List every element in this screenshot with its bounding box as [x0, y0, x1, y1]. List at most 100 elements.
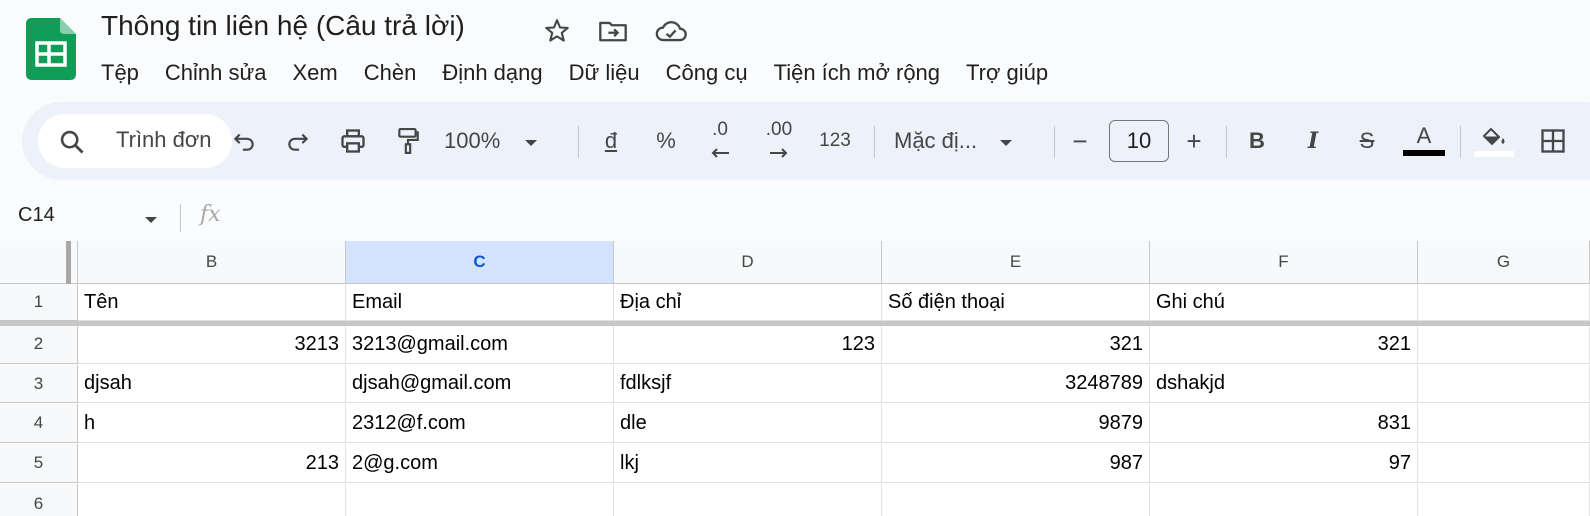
- cell-c3[interactable]: djsah@gmail.com: [346, 365, 614, 403]
- cell-d2[interactable]: 123: [614, 325, 882, 364]
- star-icon[interactable]: [540, 14, 574, 48]
- cell-b5[interactable]: 213: [78, 444, 346, 483]
- increase-font-size-button[interactable]: +: [1178, 102, 1210, 180]
- name-box[interactable]: C14: [18, 204, 55, 227]
- frozen-column-divider[interactable]: [66, 241, 71, 284]
- print-icon[interactable]: [332, 102, 374, 180]
- search-icon: [60, 130, 84, 154]
- sheets-logo-icon[interactable]: [26, 18, 76, 80]
- cell-e4[interactable]: 9879: [882, 404, 1150, 443]
- format-currency-button[interactable]: đ: [594, 102, 628, 180]
- cell-d5[interactable]: lkj: [614, 444, 882, 483]
- cell-e1[interactable]: Số điện thoại: [882, 284, 1150, 321]
- cell-b1[interactable]: Tên: [78, 284, 346, 321]
- formula-bar: C14 fx: [0, 196, 1590, 240]
- cell-g6[interactable]: [1418, 484, 1590, 516]
- cell-f1[interactable]: Ghi chú: [1150, 284, 1418, 321]
- cell-e6[interactable]: [882, 484, 1150, 516]
- column-header-b[interactable]: B: [78, 241, 346, 284]
- cloud-saved-icon[interactable]: [654, 14, 688, 48]
- column-header-g[interactable]: G: [1418, 241, 1590, 284]
- cell-f3[interactable]: dshakjd: [1150, 365, 1418, 403]
- document-title[interactable]: Thông tin liên hệ (Câu trả lời): [101, 10, 465, 42]
- row-header-1[interactable]: 1: [0, 284, 78, 321]
- search-menus-label: Trình đơn: [116, 127, 212, 152]
- toolbar: Trình đơn 100% đ % .0 .00 123 Mặc đị... …: [22, 102, 1590, 180]
- cell-g5[interactable]: [1418, 444, 1590, 483]
- cell-f4[interactable]: 831: [1150, 404, 1418, 443]
- toolbar-divider: [874, 126, 875, 158]
- menu-extensions[interactable]: Tiện ích mở rộng: [761, 60, 953, 86]
- formula-input[interactable]: [240, 200, 1580, 236]
- chevron-down-icon[interactable]: [144, 212, 158, 230]
- text-color-button[interactable]: A: [1402, 102, 1446, 180]
- undo-icon[interactable]: [224, 102, 264, 180]
- arrow-left-icon: [709, 139, 731, 165]
- row-header-2[interactable]: 2: [0, 325, 78, 364]
- cell-d6[interactable]: [614, 484, 882, 516]
- column-header-e[interactable]: E: [882, 241, 1150, 284]
- more-formats-button[interactable]: 123: [814, 102, 856, 180]
- row-header-5[interactable]: 5: [0, 444, 78, 483]
- formula-bar-divider: [180, 204, 181, 232]
- cell-e2[interactable]: 321: [882, 325, 1150, 364]
- cell-d4[interactable]: dle: [614, 404, 882, 443]
- cell-e5[interactable]: 987: [882, 444, 1150, 483]
- cell-g4[interactable]: [1418, 404, 1590, 443]
- cell-c5[interactable]: 2@g.com: [346, 444, 614, 483]
- move-to-folder-icon[interactable]: [596, 14, 630, 48]
- cell-c6[interactable]: [346, 484, 614, 516]
- zoom-value: 100%: [444, 128, 501, 153]
- menu-edit[interactable]: Chỉnh sửa: [152, 60, 280, 86]
- decrease-decimal-button[interactable]: .0: [698, 102, 742, 180]
- paint-format-icon[interactable]: [388, 102, 428, 180]
- sheets-app: Thông tin liên hệ (Câu trả lời) Tệp Chỉn…: [0, 0, 1590, 516]
- fill-color-icon[interactable]: [1472, 102, 1516, 180]
- cell-f5[interactable]: 97: [1150, 444, 1418, 483]
- menu-data[interactable]: Dữ liệu: [556, 60, 653, 86]
- cell-e3[interactable]: 3248789: [882, 365, 1150, 403]
- row-header-4[interactable]: 4: [0, 404, 78, 443]
- cell-b6[interactable]: [78, 484, 346, 516]
- row-header-6[interactable]: 6: [0, 484, 78, 516]
- menu-bar: Tệp Chỉnh sửa Xem Chèn Định dạng Dữ liệu…: [88, 54, 1061, 92]
- cell-d3[interactable]: fdlksjf: [614, 365, 882, 403]
- increase-decimal-button[interactable]: .00: [756, 102, 802, 180]
- italic-button[interactable]: I: [1296, 102, 1330, 180]
- search-menus-box[interactable]: Trình đơn: [38, 114, 232, 168]
- increase-decimal-label: .00: [765, 119, 793, 140]
- menu-view[interactable]: Xem: [279, 60, 350, 86]
- bold-button[interactable]: B: [1240, 102, 1274, 180]
- cell-f2[interactable]: 321: [1150, 325, 1418, 364]
- cell-b3[interactable]: djsah: [78, 365, 346, 403]
- cell-c1[interactable]: Email: [346, 284, 614, 321]
- row-header-3[interactable]: 3: [0, 365, 78, 403]
- cell-g2[interactable]: [1418, 325, 1590, 364]
- menu-insert[interactable]: Chèn: [351, 60, 430, 86]
- cell-c2[interactable]: 3213@gmail.com: [346, 325, 614, 364]
- menu-help[interactable]: Trợ giúp: [953, 60, 1061, 86]
- strikethrough-button[interactable]: S: [1350, 102, 1384, 180]
- cell-f6[interactable]: [1150, 484, 1418, 516]
- cell-b4[interactable]: h: [78, 404, 346, 443]
- cell-b2[interactable]: 3213: [78, 325, 346, 364]
- font-family-select[interactable]: Mặc đị...: [894, 102, 1044, 180]
- zoom-select[interactable]: 100%: [444, 102, 548, 180]
- redo-icon[interactable]: [278, 102, 318, 180]
- cell-g1[interactable]: [1418, 284, 1590, 321]
- font-size-input[interactable]: 10: [1109, 120, 1169, 162]
- borders-icon[interactable]: [1536, 102, 1570, 180]
- menu-file[interactable]: Tệp: [88, 60, 152, 86]
- column-header-c[interactable]: C: [346, 241, 614, 284]
- menu-format[interactable]: Định dạng: [429, 60, 555, 86]
- font-family-value: Mặc đị...: [894, 128, 978, 153]
- cell-d1[interactable]: Địa chỉ: [614, 284, 882, 321]
- column-header-f[interactable]: F: [1150, 241, 1418, 284]
- menu-tools[interactable]: Công cụ: [653, 60, 761, 86]
- cell-c4[interactable]: 2312@f.com: [346, 404, 614, 443]
- column-header-d[interactable]: D: [614, 241, 882, 284]
- format-percent-button[interactable]: %: [648, 102, 684, 180]
- cell-g3[interactable]: [1418, 365, 1590, 403]
- frozen-row-divider[interactable]: [0, 321, 1590, 326]
- decrease-font-size-button[interactable]: −: [1064, 102, 1096, 180]
